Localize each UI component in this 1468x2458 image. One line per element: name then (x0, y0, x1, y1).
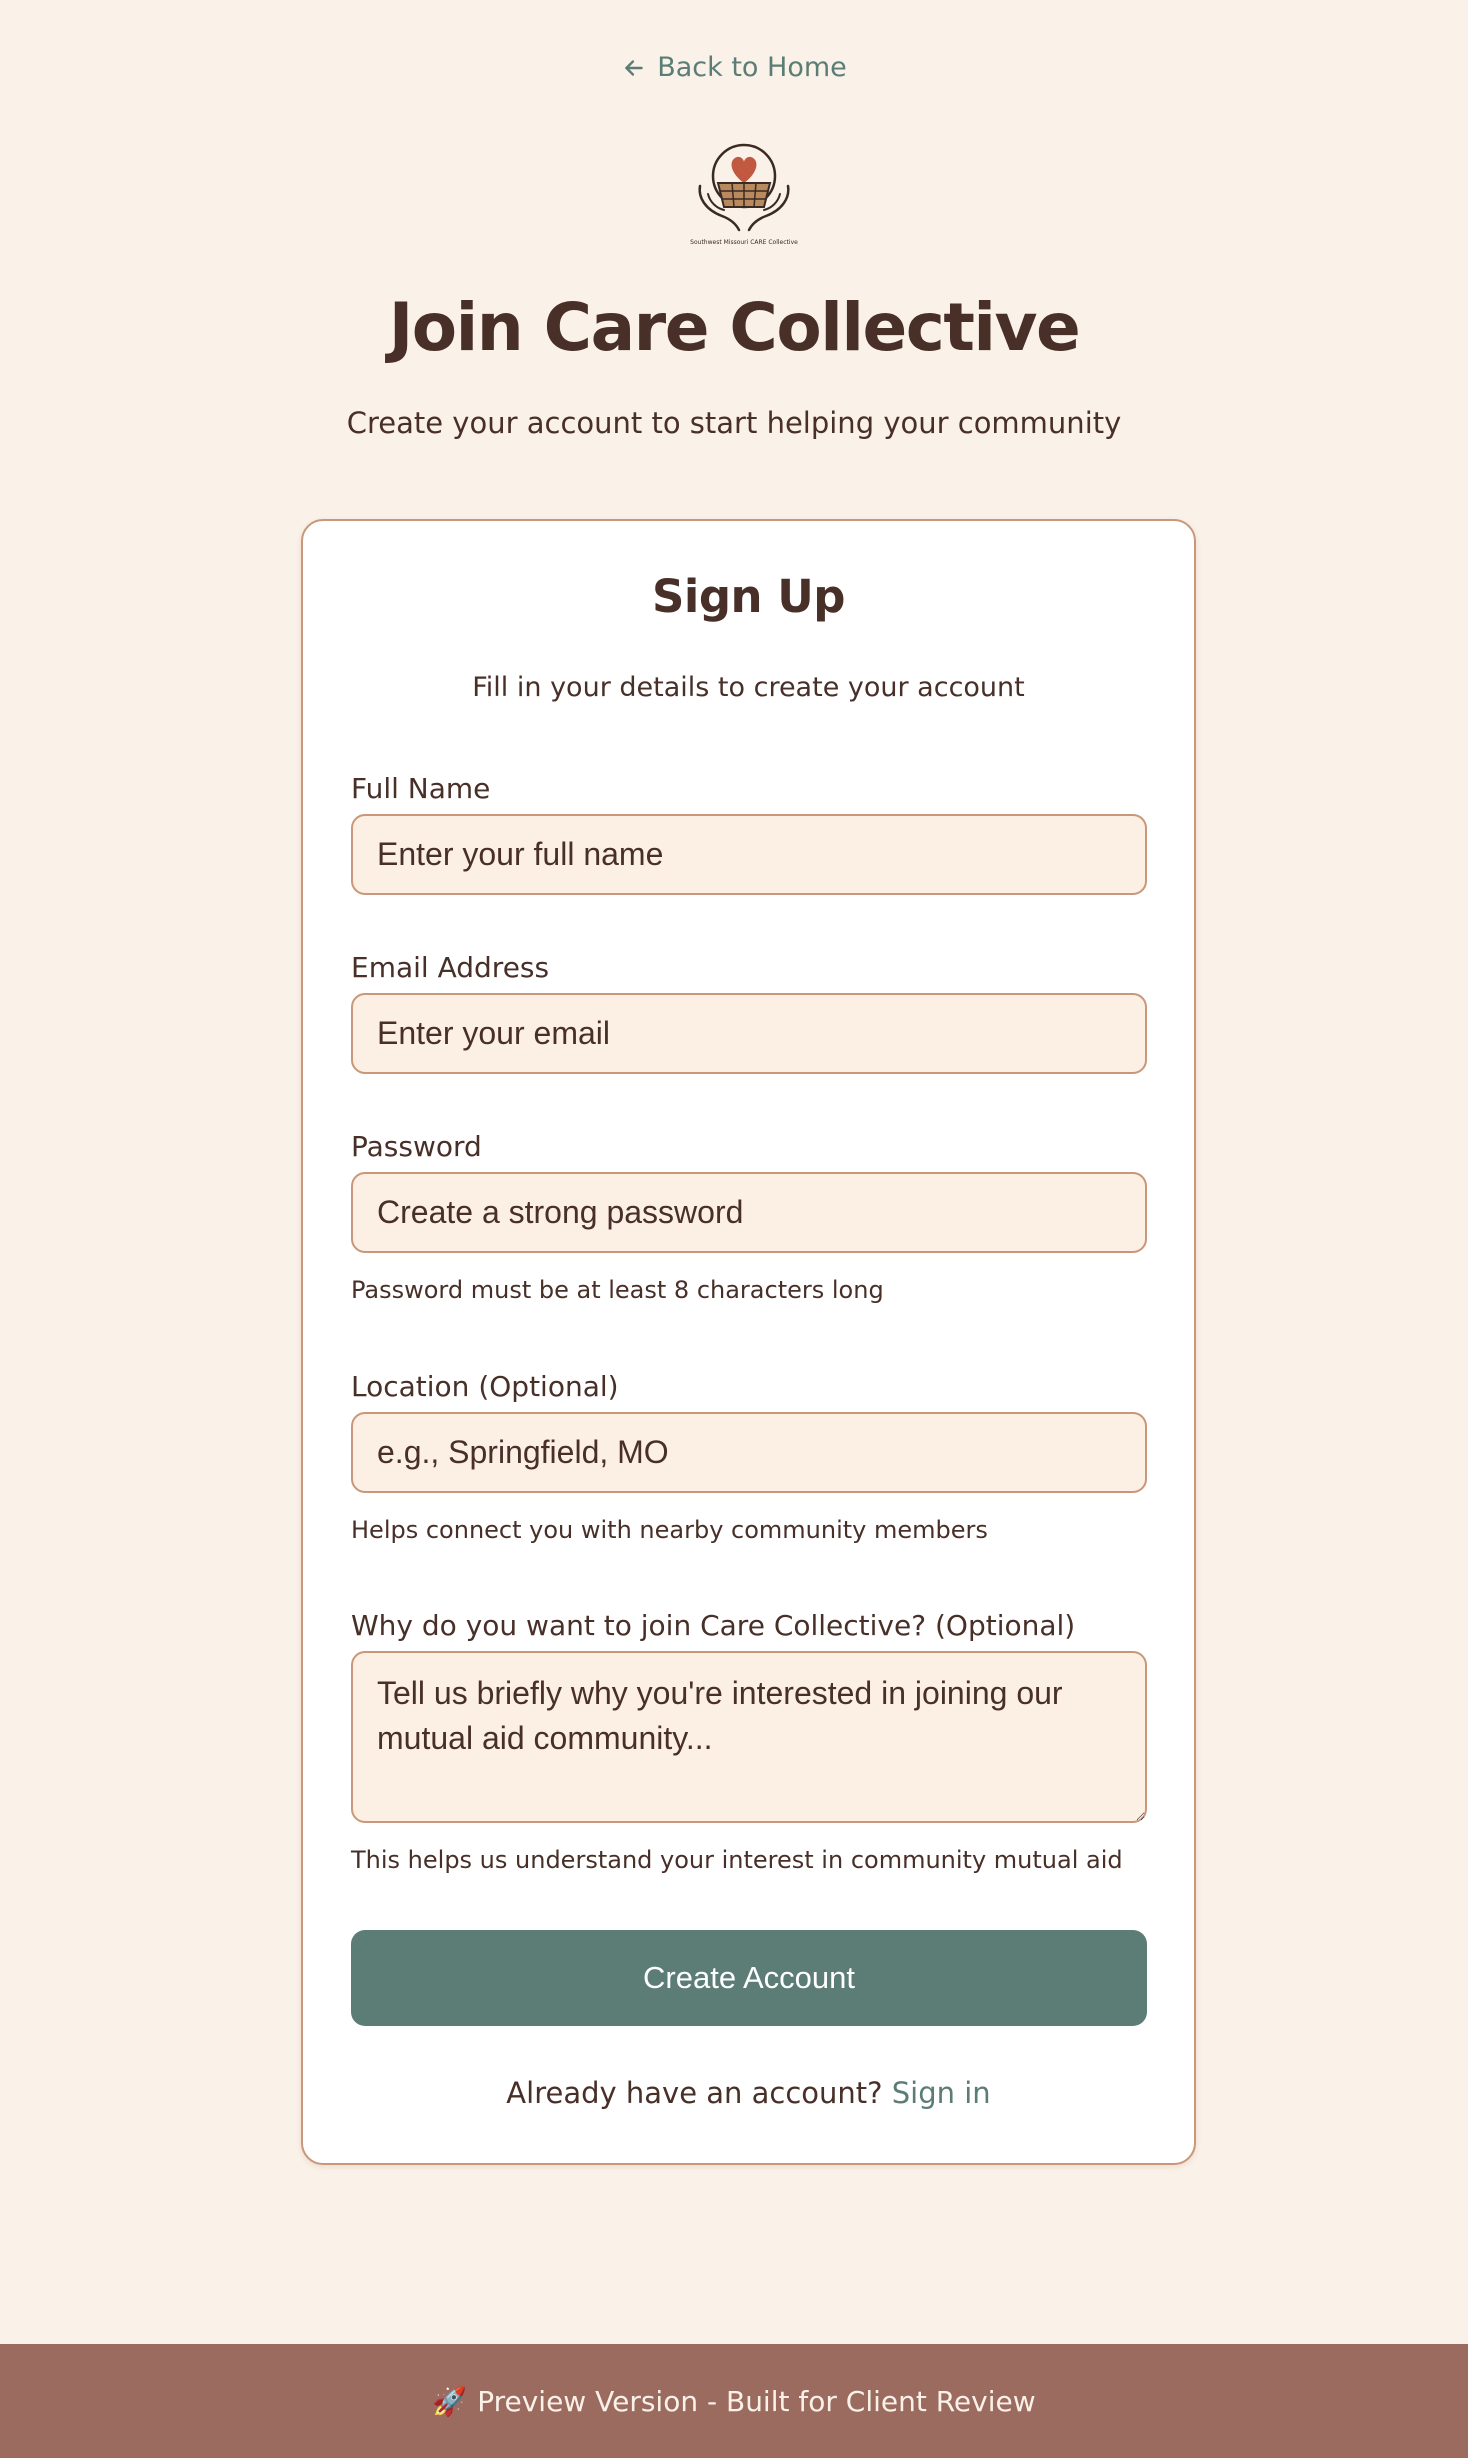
sign-in-link[interactable]: Sign in (892, 2076, 991, 2110)
full-name-label: Full Name (351, 772, 491, 805)
page-title: Join Care Collective (388, 289, 1081, 366)
location-label: Location (Optional) (351, 1370, 619, 1403)
logo-text: Southwest Missouri CARE Collective (690, 239, 798, 246)
signup-subtitle: Fill in your details to create your acco… (472, 672, 1025, 703)
footer-text: Preview Version - Built for Client Revie… (477, 2384, 1036, 2418)
create-account-button[interactable]: Create Account (351, 1930, 1147, 2026)
reason-textarea[interactable] (351, 1651, 1147, 1823)
signup-title: Sign Up (651, 570, 846, 623)
signin-prompt-row: Already have an account? Sign in (301, 2076, 1196, 2110)
password-input[interactable] (351, 1172, 1147, 1253)
signup-card (301, 519, 1196, 2165)
location-input[interactable] (351, 1412, 1147, 1493)
full-name-input[interactable] (351, 814, 1147, 895)
back-to-home-link[interactable]: Back to Home (0, 52, 1468, 83)
location-hint: Helps connect you with nearby community … (351, 1516, 988, 1544)
arrow-left-icon (625, 59, 643, 76)
signin-prompt-text: Already have an account? (506, 2076, 883, 2110)
reason-label: Why do you want to join Care Collective?… (351, 1609, 1076, 1642)
reason-hint: This helps us understand your interest i… (351, 1846, 1123, 1874)
back-to-home-label: Back to Home (657, 52, 847, 83)
password-label: Password (351, 1130, 482, 1163)
password-hint: Password must be at least 8 characters l… (351, 1276, 884, 1304)
email-input[interactable] (351, 993, 1147, 1074)
care-collective-logo: Southwest Missouri CARE Collective (690, 143, 798, 246)
page-subtitle: Create your account to start helping you… (346, 406, 1122, 440)
preview-footer: 🚀 Preview Version - Built for Client Rev… (0, 2344, 1468, 2458)
email-label: Email Address (351, 951, 550, 984)
rocket-icon: 🚀 (432, 2384, 468, 2418)
